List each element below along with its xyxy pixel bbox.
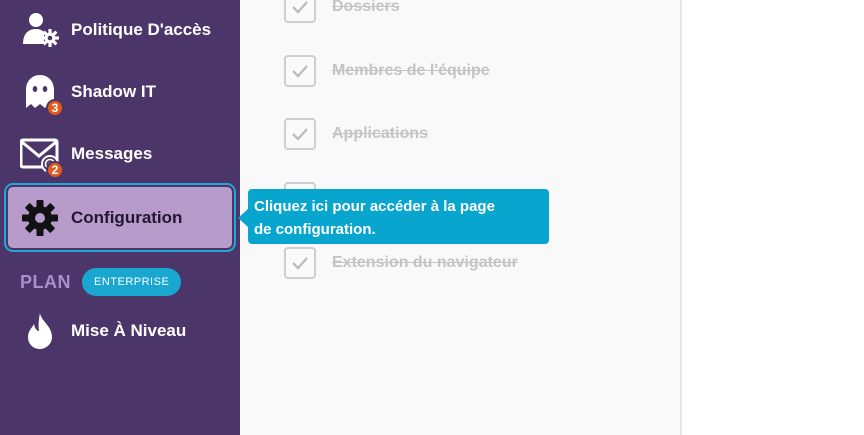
check-icon [292,257,308,270]
check-icon [292,65,308,78]
plan-row: PLAN ENTERPRISE [20,268,182,296]
sidebar-item-messages[interactable]: 2 Messages [8,124,232,184]
gear-icon [20,198,60,238]
sidebar: Politique D'accès 3 Shadow IT 2 Messages [0,0,240,435]
check-icon [292,1,308,14]
sidebar-item-shadow-it[interactable]: 3 Shadow IT [8,62,232,122]
sidebar-item-label: Messages [71,144,153,163]
flame-icon [20,311,60,351]
sidebar-item-access-policy[interactable]: Politique D'accès [8,0,232,60]
user-gear-icon [20,10,60,50]
task-item[interactable]: Applications [284,117,428,151]
task-item[interactable]: Dossiers [284,0,400,24]
notification-badge: 2 [46,161,64,179]
sidebar-item-configuration[interactable]: Configuration [8,187,232,248]
sidebar-item-label: Mise À Niveau [71,321,187,340]
sidebar-item-label: Configuration [71,207,183,227]
checkbox[interactable] [284,247,316,279]
task-label: Dossiers [332,0,400,15]
tooltip-line: Cliquez ici pour accéder à la page [254,198,495,215]
checkbox[interactable] [284,118,316,150]
tooltip-line: de configuration. [254,221,376,238]
checkbox[interactable] [284,55,316,87]
task-label: Applications [332,125,429,142]
configuration-tooltip: Cliquez ici pour accéder à la page de co… [248,189,549,244]
plan-label: PLAN [20,271,71,292]
sidebar-item-label: Shadow IT [71,82,156,101]
sidebar-item-label: Politique D'accès [71,20,212,39]
task-item[interactable]: Membres de l'équipe [284,54,490,88]
right-pane [682,0,864,435]
plan-badge[interactable]: ENTERPRISE [82,268,182,296]
task-label: Membres de l'équipe [332,62,490,79]
notification-badge: 3 [46,99,64,117]
task-label: Extension du navigateur [332,254,518,271]
checkbox[interactable] [284,0,316,23]
tooltip-arrow [238,209,248,227]
check-icon [292,128,308,141]
task-item[interactable]: Extension du navigateur [284,246,518,280]
sidebar-item-upgrade[interactable]: Mise À Niveau [8,301,232,361]
